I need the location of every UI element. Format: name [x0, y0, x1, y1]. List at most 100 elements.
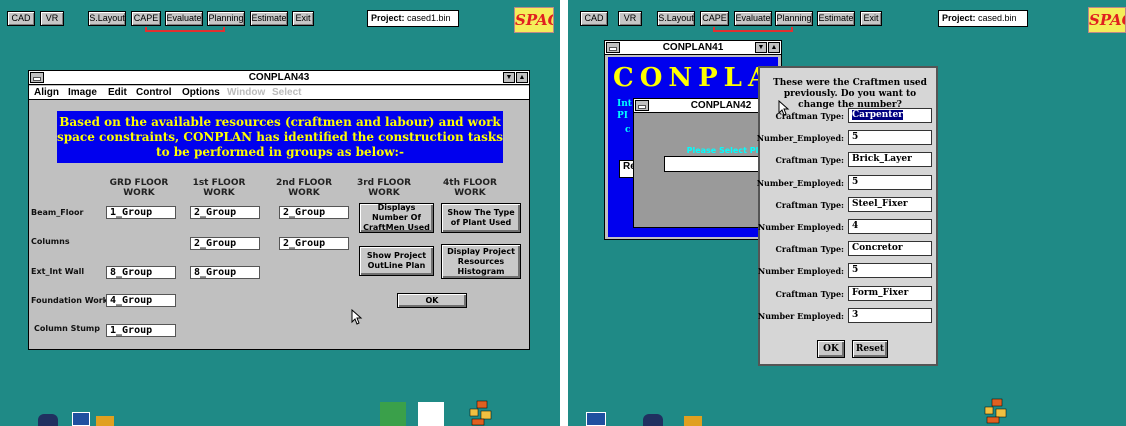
show-outline-button[interactable]: Show Project OutLine Plan	[359, 246, 434, 276]
toolbar-cad-button[interactable]: CAD	[7, 11, 35, 26]
main-toolbar-right: CAD VR S.Layout CAPE Evaluate Planning E…	[568, 0, 1126, 40]
network-icon[interactable]	[983, 398, 1009, 424]
maximize-icon[interactable]: ▲	[768, 42, 780, 53]
toolbar-cape-button[interactable]: CAPE	[700, 11, 729, 26]
number-employed-input[interactable]: 5	[848, 130, 932, 146]
system-menu-icon[interactable]	[635, 100, 649, 111]
menu-select: Select	[272, 87, 302, 98]
field-label: Number Employed:	[757, 266, 844, 277]
desktop-computer-icon[interactable]	[586, 412, 606, 426]
craftman-type-input[interactable]: Concretor	[848, 241, 932, 257]
toolbar-cape-button[interactable]: CAPE	[131, 11, 161, 26]
toolbar-estimate-button[interactable]: Estimate	[250, 11, 288, 26]
network-icon[interactable]	[468, 400, 494, 426]
col-header-1st: 1st FLOOR WORK	[192, 178, 246, 198]
craftman-type-input[interactable]: Carpenter	[848, 108, 932, 123]
cell-found-grd[interactable]: 4_Group	[106, 294, 176, 307]
selected-text: Carpenter	[852, 110, 903, 120]
toolbar-slayout-button[interactable]: S.Layout	[657, 11, 695, 26]
field-label: Number Employed:	[757, 222, 844, 232]
cell-col-1st[interactable]: 2_Group	[190, 237, 260, 250]
dialog-ok-button[interactable]: OK	[817, 340, 845, 358]
field-label: Number_Employed:	[756, 133, 844, 144]
ok-button[interactable]: OK	[397, 293, 467, 308]
toolbar-slayout-button[interactable]: S.Layout	[88, 11, 126, 26]
green-square-icon	[380, 402, 406, 426]
menu-control[interactable]: Control	[136, 87, 172, 99]
row-label-columns: Columns	[31, 237, 70, 246]
window-title: CONPLAN43	[248, 72, 310, 83]
row-label-beam-floor: Beam_Floor	[31, 208, 84, 217]
number-employed-input[interactable]: 4	[848, 219, 932, 234]
white-square-icon	[418, 402, 444, 426]
dialog-reset-button[interactable]: Reset	[852, 340, 888, 358]
toolbar-exit-button[interactable]: Exit	[292, 11, 314, 26]
toolbar-evaluate-button[interactable]: Evaluate	[165, 11, 203, 26]
space-logo: SPACE	[514, 7, 554, 33]
toolbar-vr-button[interactable]: VR	[40, 11, 64, 26]
craftman-type-input[interactable]: Steel_Fixer	[848, 196, 932, 212]
desktop-app-icon[interactable]	[38, 414, 58, 426]
toolbar-vr-button[interactable]: VR	[618, 11, 642, 26]
field-label: Craftman Type:	[775, 244, 844, 255]
menu-image[interactable]: Image	[68, 87, 97, 99]
desktop-folder-icon[interactable]	[684, 416, 702, 426]
left-screenshot: CAD VR S.Layout CAPE Evaluate Planning E…	[0, 0, 560, 426]
mouse-cursor-icon	[778, 100, 790, 116]
window-titlebar[interactable]: CONPLAN41 ▼ ▲	[605, 41, 781, 55]
menu-edit[interactable]: Edit	[108, 87, 127, 99]
number-employed-input[interactable]: 5	[848, 263, 932, 279]
toolbar-planning-button[interactable]: Planning	[775, 11, 813, 26]
system-menu-icon[interactable]	[606, 42, 620, 53]
window-titlebar[interactable]: CONPLAN43 ▼ ▲	[29, 71, 529, 85]
toolbar-cad-button[interactable]: CAD	[580, 11, 608, 26]
window-title: CONPLAN41	[662, 42, 724, 53]
maximize-icon[interactable]: ▲	[516, 72, 528, 83]
project-label: Project:	[942, 13, 976, 23]
toolbar-evaluate-button[interactable]: Evaluate	[734, 11, 772, 26]
cell-stump-grd[interactable]: 1_Group	[106, 324, 176, 337]
space-logo: SPACE	[1088, 7, 1126, 33]
conplan-heading: CONPLA	[613, 63, 775, 93]
window-title: CONPLAN42	[690, 100, 752, 111]
number-employed-input[interactable]: 3	[848, 307, 932, 323]
dialog-question: These were the Craftmen used previously.…	[773, 78, 927, 110]
craftman-type-input[interactable]: Brick_Layer	[848, 152, 932, 168]
project-label: Project:	[371, 13, 405, 23]
field-label: Number_Employed:	[756, 177, 844, 188]
craftman-type-input[interactable]: Form_Fixer	[848, 285, 932, 301]
desktop-computer-icon[interactable]	[72, 412, 90, 426]
menu-options[interactable]: Options	[182, 87, 220, 99]
cell-beam-grd[interactable]: 1_Group	[106, 206, 176, 219]
show-plant-button[interactable]: Show The Type of Plant Used	[441, 203, 521, 233]
toolbar-estimate-button[interactable]: Estimate	[817, 11, 855, 26]
mouse-cursor-icon	[351, 309, 363, 325]
col-header-2nd: 2nd FLOOR WORK	[275, 178, 333, 198]
cell-beam-1st[interactable]: 2_Group	[190, 206, 260, 219]
minimize-icon[interactable]: ▼	[503, 72, 515, 83]
menu-align[interactable]: Align	[34, 87, 59, 99]
minimize-icon[interactable]: ▼	[755, 42, 767, 53]
cell-wall-1st[interactable]: 8_Group	[190, 266, 260, 279]
intro-text-1: Int	[617, 99, 632, 109]
highlight-mark	[145, 27, 225, 32]
field-label: Craftman Type:	[775, 288, 844, 299]
system-menu-icon[interactable]	[30, 72, 44, 83]
number-employed-input[interactable]: 5	[848, 174, 932, 190]
highlight-mark	[713, 27, 793, 32]
cell-wall-grd[interactable]: 8_Group	[106, 266, 176, 279]
project-filename: cased1.bin	[407, 13, 451, 23]
desktop-app-icon[interactable]	[643, 414, 663, 426]
row-label-column-stump: Column Stump	[34, 324, 100, 333]
toolbar-planning-button[interactable]: Planning	[207, 11, 245, 26]
toolbar-exit-button[interactable]: Exit	[860, 11, 882, 26]
cell-col-2nd[interactable]: 2_Group	[279, 237, 349, 250]
show-craftmen-button[interactable]: Displays Number Of CraftMen Used	[359, 203, 434, 233]
menu-bar: Align Image Edit Control Options Window …	[29, 86, 529, 100]
field-label: Number Employed:	[757, 310, 844, 321]
cell-beam-2nd[interactable]: 2_Group	[279, 206, 349, 219]
col-header-4th: 4th FLOOR WORK	[443, 178, 497, 198]
show-histogram-button[interactable]: Display Project Resources Histogram	[441, 244, 521, 279]
field-label: Craftman Type:	[775, 155, 844, 166]
desktop-folder-icon[interactable]	[96, 416, 114, 426]
